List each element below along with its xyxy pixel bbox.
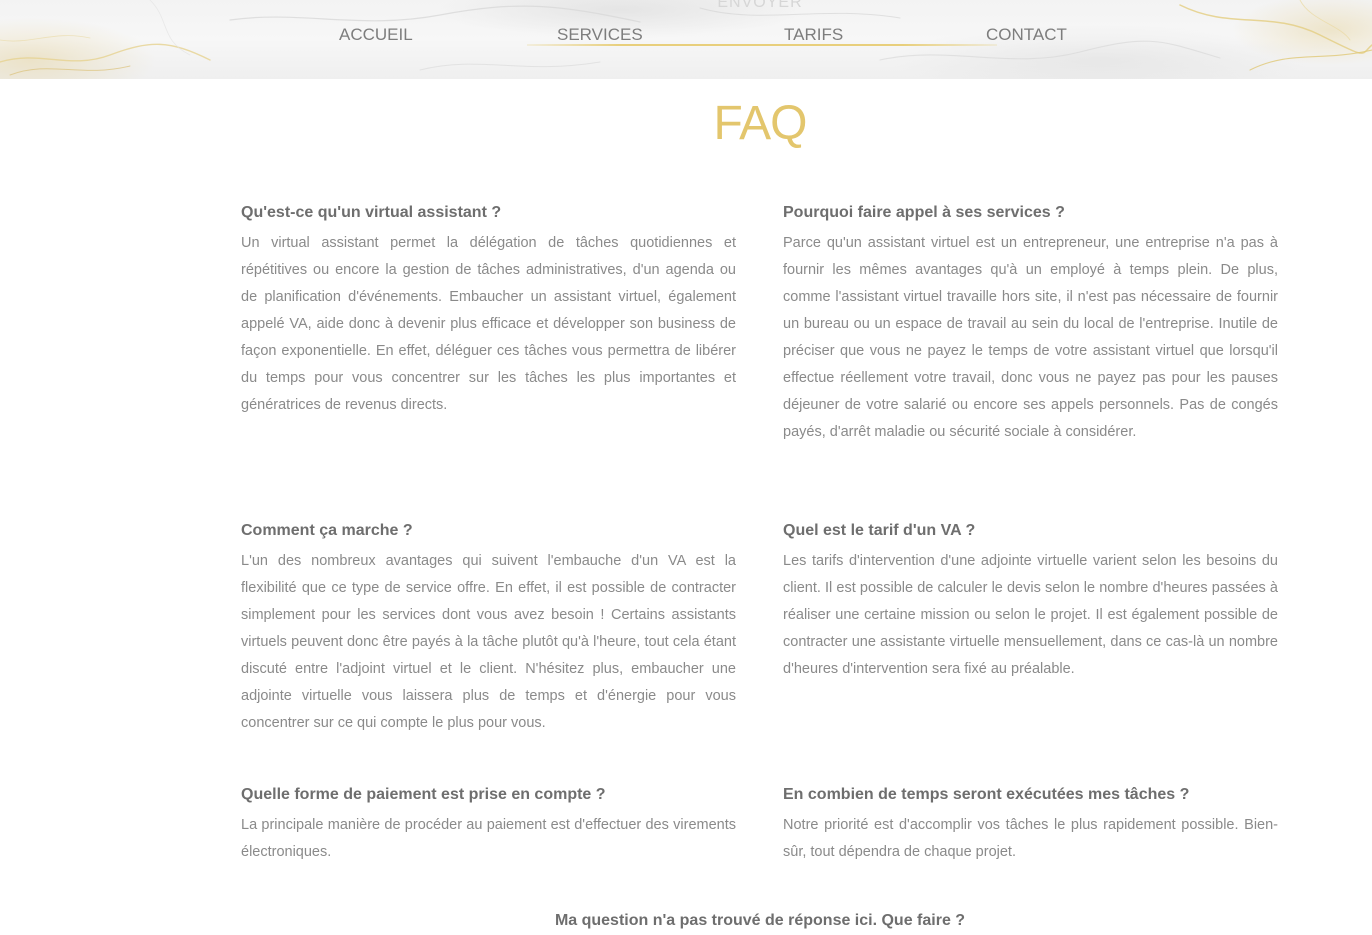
faq-question: Qu'est-ce qu'un virtual assistant ?: [241, 204, 502, 221]
faq-item: En combien de temps seront exécutées mes…: [783, 785, 1278, 866]
nav-item-services[interactable]: SERVICES: [557, 25, 643, 45]
faq-answer: Notre priorité est d'accomplir vos tâche…: [783, 817, 1278, 860]
faq-question: Pourquoi faire appel à ses services ?: [783, 204, 1065, 221]
nav-item-tarifs[interactable]: TARIFS: [784, 25, 843, 45]
faq-answer: Un virtual assistant permet la délégatio…: [241, 235, 736, 413]
faq-item: Quel est le tarif d'un VA ? Les tarifs d…: [783, 521, 1278, 683]
site-header: ENVOYER ACCUEIL SERVICES TARIFS CONTACT: [0, 0, 1372, 79]
faq-answer: La principale manière de procéder au pai…: [241, 817, 736, 860]
page: ENVOYER ACCUEIL SERVICES TARIFS CONTACT …: [0, 0, 1372, 935]
faq-item: Pourquoi faire appel à ses services ? Pa…: [783, 203, 1278, 446]
nav-underline: [527, 44, 997, 46]
faq-answer: L'un des nombreux avantages qui suivent …: [241, 553, 736, 731]
faq-item: Comment ça marche ? L'un des nombreux av…: [241, 521, 736, 737]
faded-header-label: ENVOYER: [717, 0, 803, 11]
faq-question: Quelle forme de paiement est prise en co…: [241, 786, 606, 803]
faq-answer: Les tarifs d'intervention d'une adjointe…: [783, 553, 1278, 677]
faq-answer: Parce qu'un assistant virtuel est un ent…: [783, 235, 1278, 440]
faq-question: En combien de temps seront exécutées mes…: [783, 786, 1190, 803]
faq-question: Comment ça marche ?: [241, 522, 413, 539]
nav-item-accueil[interactable]: ACCUEIL: [339, 25, 413, 45]
faq-question: Quel est le tarif d'un VA ?: [783, 522, 976, 539]
bottom-question: Ma question n'a pas trouvé de réponse ic…: [554, 912, 966, 929]
nav-item-contact[interactable]: CONTACT: [986, 25, 1067, 45]
faq-item: Quelle forme de paiement est prise en co…: [241, 785, 736, 866]
page-title: FAQ: [713, 97, 807, 150]
faq-item: Qu'est-ce qu'un virtual assistant ? Un v…: [241, 203, 736, 419]
